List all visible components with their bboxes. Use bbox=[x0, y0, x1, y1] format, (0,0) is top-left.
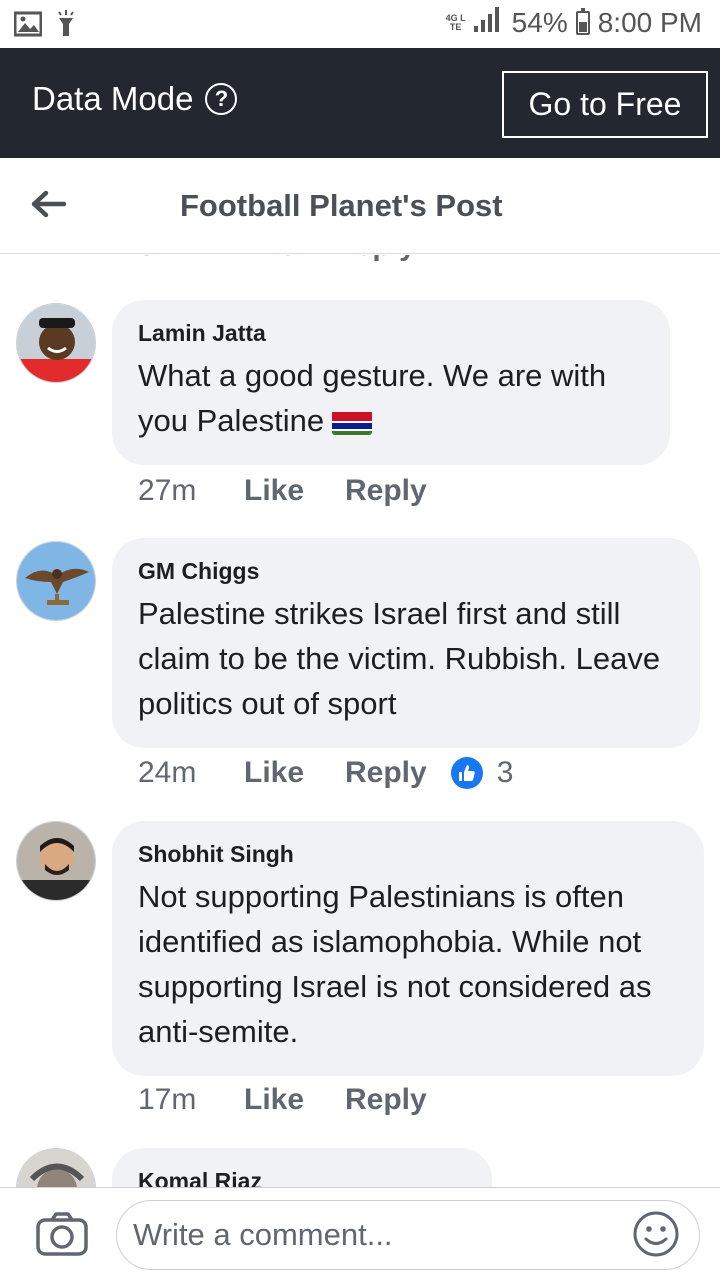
reactions-summary[interactable]: 3 bbox=[450, 756, 514, 790]
data-mode-label: Data Mode bbox=[32, 80, 194, 117]
battery-icon bbox=[575, 7, 590, 35]
reply-link[interactable]: Reply bbox=[334, 255, 416, 263]
data-mode-label-wrap: Data Mode ? bbox=[32, 80, 238, 118]
status-bar: 4G LTE 54% 8:00 PM bbox=[0, 0, 720, 48]
previous-comment-actions: 37m Like Reply bbox=[138, 255, 416, 263]
back-arrow-icon[interactable] bbox=[28, 184, 68, 224]
comments-list: 37m Like Reply Lamin Jatta What a good g… bbox=[0, 255, 720, 1187]
reply-link[interactable]: Reply bbox=[345, 756, 427, 790]
comment-author[interactable]: Lamin Jatta bbox=[138, 320, 644, 347]
emoji-icon[interactable] bbox=[632, 1210, 680, 1258]
network-type: 4G LTE bbox=[445, 12, 466, 32]
comment-actions: 17m Like Reply bbox=[138, 1083, 427, 1117]
image-icon bbox=[13, 11, 43, 42]
battery-percent: 54% bbox=[511, 6, 568, 38]
comment-time: 24m bbox=[138, 756, 197, 789]
avatar[interactable] bbox=[16, 303, 96, 383]
post-header: Football Planet's Post bbox=[0, 158, 720, 254]
camera-icon[interactable] bbox=[36, 1212, 88, 1256]
avatar[interactable] bbox=[16, 541, 96, 621]
avatar[interactable] bbox=[16, 1148, 96, 1187]
help-icon[interactable]: ? bbox=[205, 83, 238, 115]
data-mode-bar: Data Mode ? Go to Free bbox=[0, 48, 720, 158]
like-reaction-icon bbox=[450, 757, 483, 789]
signal-icon bbox=[473, 6, 504, 39]
flashlight-icon bbox=[56, 10, 76, 43]
like-link[interactable]: Like bbox=[244, 1083, 345, 1117]
comment-author[interactable]: Komal Riaz bbox=[138, 1168, 466, 1187]
comment-bubble: Shobhit Singh Not supporting Palestinian… bbox=[112, 821, 704, 1076]
reaction-count: 3 bbox=[496, 756, 514, 789]
comment-author[interactable]: Shobhit Singh bbox=[138, 841, 678, 868]
comment-author[interactable]: GM Chiggs bbox=[138, 558, 674, 585]
like-link[interactable]: Like bbox=[236, 255, 296, 263]
page-title: Football Planet's Post bbox=[180, 188, 503, 223]
comment-time: 27m bbox=[138, 474, 197, 507]
comment-time: 37m bbox=[138, 255, 198, 263]
comment-text: Not supporting Palestinians is often ide… bbox=[138, 879, 652, 1049]
comment-text: What a good gesture. We are with you Pal… bbox=[138, 353, 644, 443]
like-link[interactable]: Like bbox=[244, 474, 345, 508]
go-to-free-button[interactable]: Go to Free bbox=[502, 71, 708, 138]
reply-link[interactable]: Reply bbox=[345, 1083, 427, 1117]
comment-actions: 24m Like Reply 3 bbox=[138, 756, 513, 790]
comment-composer: Write a comment... bbox=[0, 1187, 720, 1280]
comment-text: Palestine strikes Israel first and still… bbox=[138, 596, 661, 721]
gambia-flag-emoji bbox=[332, 407, 373, 435]
comment-bubble: GM Chiggs Palestine strikes Israel first… bbox=[112, 538, 700, 748]
comment-input[interactable]: Write a comment... bbox=[116, 1200, 700, 1270]
clock: 8:00 PM bbox=[597, 6, 702, 38]
avatar[interactable] bbox=[16, 821, 96, 901]
comment-bubble: Komal Riaz bbox=[112, 1148, 492, 1187]
comment-text-body: What a good gesture. We are with you Pal… bbox=[138, 358, 607, 438]
comment-actions: 27m Like Reply bbox=[138, 474, 427, 508]
like-link[interactable]: Like bbox=[244, 756, 345, 790]
comment-time: 17m bbox=[138, 1083, 197, 1116]
comment-bubble: Lamin Jatta What a good gesture. We are … bbox=[112, 300, 670, 465]
reply-link[interactable]: Reply bbox=[345, 474, 427, 508]
